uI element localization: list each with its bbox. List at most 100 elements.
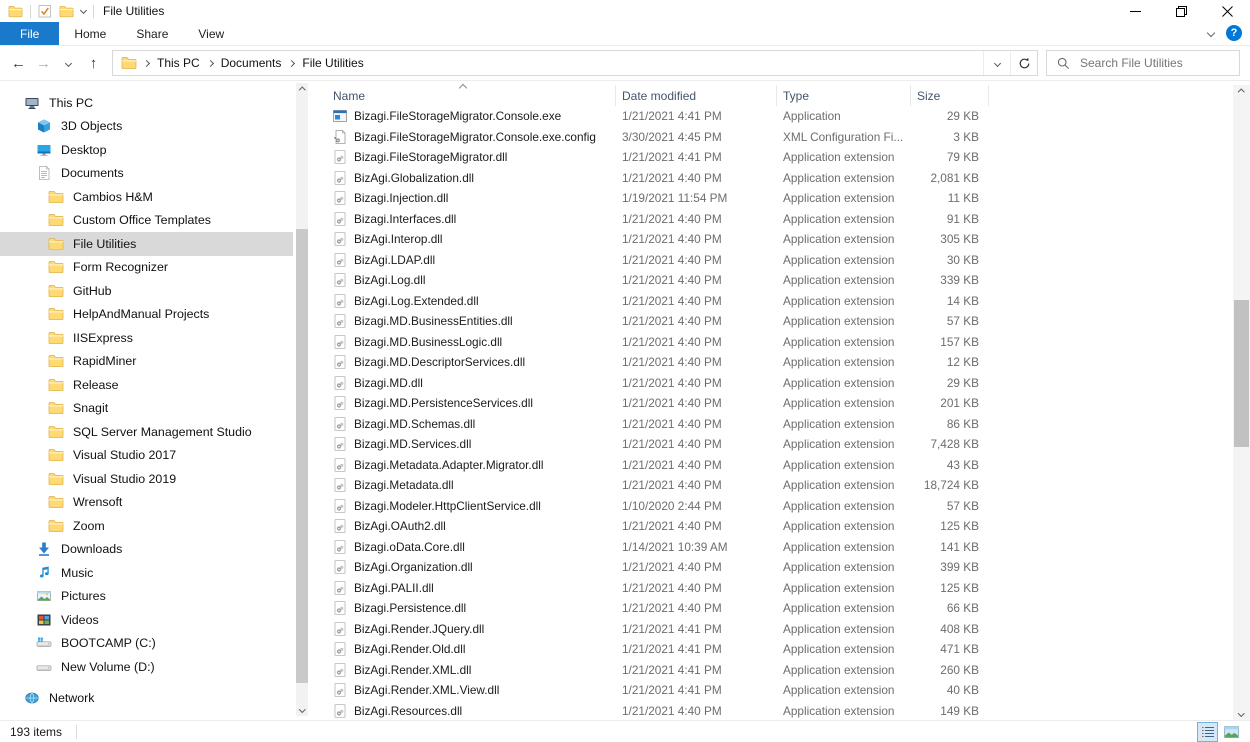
restore-button[interactable] [1158,0,1204,22]
minimize-button[interactable] [1112,0,1158,22]
up-button[interactable]: ↑ [81,51,106,75]
address-bar[interactable]: This PC Documents File Utilities [112,50,1038,76]
sidebar-item-new-volume-d[interactable]: New Volume (D:) [0,655,293,679]
scrollbar-thumb[interactable] [296,229,308,683]
file-row[interactable]: Bizagi.MD.BusinessEntities.dll1/21/2021 … [310,311,1250,332]
sidebar-item-github[interactable]: GitHub [0,279,293,303]
file-row[interactable]: Bizagi.Injection.dll1/19/2021 11:54 PMAp… [310,188,1250,209]
file-row[interactable]: Bizagi.MD.Schemas.dll1/21/2021 4:40 PMAp… [310,414,1250,435]
column-header-type[interactable]: Type [777,85,911,106]
sidebar-item-file-utilities[interactable]: File Utilities [0,232,293,256]
file-row[interactable]: Bizagi.oData.Core.dll1/14/2021 10:39 AMA… [310,537,1250,558]
file-row[interactable]: Bizagi.MD.Services.dll1/21/2021 4:40 PMA… [310,434,1250,455]
breadcrumb-item-file-utilities[interactable]: File Utilities [297,56,368,70]
sidebar-item-cambios-h-m[interactable]: Cambios H&M [0,185,293,209]
file-row[interactable]: BizAgi.Log.Extended.dll1/21/2021 4:40 PM… [310,291,1250,312]
sidebar-item-visual-studio-2019[interactable]: Visual Studio 2019 [0,467,293,491]
breadcrumb-item-this-pc[interactable]: This PC [152,56,205,70]
help-icon[interactable]: ? [1226,25,1242,41]
file-row[interactable]: Bizagi.Persistence.dll1/21/2021 4:40 PMA… [310,598,1250,619]
file-row[interactable]: BizAgi.Resources.dll1/21/2021 4:40 PMApp… [310,701,1250,722]
expand-ribbon-chevron-icon[interactable] [1207,29,1215,37]
file-row[interactable]: Bizagi.MD.BusinessLogic.dll1/21/2021 4:4… [310,332,1250,353]
qat-chevron-down-icon[interactable] [80,6,87,13]
column-header-size[interactable]: Size [911,85,989,106]
sidebar-item-network[interactable]: Network [0,687,293,711]
file-row[interactable]: Bizagi.FileStorageMigrator.dll1/21/2021 … [310,147,1250,168]
sidebar-item-videos[interactable]: Videos [0,608,293,632]
sidebar-item-sql-server-management-studio[interactable]: SQL Server Management Studio [0,420,293,444]
thumbnails-view-button[interactable] [1221,722,1242,742]
sidebar-item-iisexpress[interactable]: IISExpress [0,326,293,350]
file-row[interactable]: BizAgi.PALII.dll1/21/2021 4:40 PMApplica… [310,578,1250,599]
file-row[interactable]: Bizagi.Metadata.dll1/21/2021 4:40 PMAppl… [310,475,1250,496]
file-row[interactable]: Bizagi.MD.PersistenceServices.dll1/21/20… [310,393,1250,414]
file-row[interactable]: Bizagi.MD.dll1/21/2021 4:40 PMApplicatio… [310,373,1250,394]
sidebar-item-3d-objects[interactable]: 3D Objects [0,115,293,139]
sidebar-item-bootcamp-c[interactable]: BOOTCAMP (C:) [0,632,293,656]
file-row[interactable]: Bizagi.MD.DescriptorServices.dll1/21/202… [310,352,1250,373]
breadcrumb-item-documents[interactable]: Documents [216,56,287,70]
file-row[interactable]: BizAgi.Render.XML.View.dll1/21/2021 4:41… [310,680,1250,701]
file-row[interactable]: BizAgi.Render.XML.dll1/21/2021 4:41 PMAp… [310,660,1250,681]
sidebar-item-snagit[interactable]: Snagit [0,397,293,421]
sidebar-scrollbar[interactable] [296,83,308,716]
file-list-scrollbar[interactable] [1233,85,1250,720]
close-button[interactable] [1204,0,1250,22]
scroll-up-icon[interactable] [296,83,308,97]
tab-home[interactable]: Home [59,22,121,45]
forward-button[interactable]: → [31,51,56,75]
breadcrumb-chevron-icon[interactable] [143,59,150,66]
file-row[interactable]: Bizagi.Modeler.HttpClientService.dll1/10… [310,496,1250,517]
sidebar-item-zoom[interactable]: Zoom [0,514,293,538]
sidebar-item-helpandmanual-projects[interactable]: HelpAndManual Projects [0,303,293,327]
scrollbar-thumb[interactable] [1234,300,1249,447]
scroll-up-icon[interactable] [1233,85,1250,99]
sidebar-item-documents[interactable]: Documents [0,162,293,186]
tab-file[interactable]: File [0,22,59,45]
file-row[interactable]: BizAgi.Organization.dll1/21/2021 4:40 PM… [310,557,1250,578]
file-name-cell: Bizagi.Modeler.HttpClientService.dll [310,498,616,514]
file-row[interactable]: BizAgi.OAuth2.dll1/21/2021 4:40 PMApplic… [310,516,1250,537]
sidebar-item-wrensoft[interactable]: Wrensoft [0,491,293,515]
sidebar-item-release[interactable]: Release [0,373,293,397]
sidebar-item-downloads[interactable]: Downloads [0,538,293,562]
search-input[interactable] [1078,55,1228,71]
file-row[interactable]: BizAgi.Render.Old.dll1/21/2021 4:41 PMAp… [310,639,1250,660]
breadcrumb-chevron-icon[interactable] [207,59,214,66]
folder-icon[interactable] [59,4,74,19]
breadcrumb-chevron-icon[interactable] [288,59,295,66]
scroll-down-icon[interactable] [296,702,308,716]
back-button[interactable]: ← [6,51,31,75]
sidebar-item-this-pc[interactable]: This PC [0,91,293,115]
file-name: Bizagi.Injection.dll [354,191,448,205]
sidebar-item-visual-studio-2017[interactable]: Visual Studio 2017 [0,444,293,468]
file-type: Application extension [777,683,911,697]
file-row[interactable]: Bizagi.FileStorageMigrator.Console.exe.c… [310,127,1250,148]
file-row[interactable]: BizAgi.Render.JQuery.dll1/21/2021 4:41 P… [310,619,1250,640]
tab-share[interactable]: Share [121,22,183,45]
sidebar-item-custom-office-templates[interactable]: Custom Office Templates [0,209,293,233]
details-view-button[interactable] [1197,722,1218,742]
sidebar-item-pictures[interactable]: Pictures [0,585,293,609]
file-type: Application extension [777,622,911,636]
checkbox-icon[interactable] [38,4,52,18]
file-row[interactable]: Bizagi.Interfaces.dll1/21/2021 4:40 PMAp… [310,209,1250,230]
sidebar-item-music[interactable]: Music [0,561,293,585]
search-box[interactable] [1046,50,1240,76]
column-header-date-modified[interactable]: Date modified [616,85,777,106]
address-dropdown-chevron-icon[interactable] [983,51,1010,75]
file-row[interactable]: BizAgi.Globalization.dll1/21/2021 4:40 P… [310,168,1250,189]
file-row[interactable]: Bizagi.Metadata.Adapter.Migrator.dll1/21… [310,455,1250,476]
file-row[interactable]: BizAgi.Log.dll1/21/2021 4:40 PMApplicati… [310,270,1250,291]
sidebar-item-rapidminer[interactable]: RapidMiner [0,350,293,374]
file-row[interactable]: BizAgi.LDAP.dll1/21/2021 4:40 PMApplicat… [310,250,1250,271]
sidebar-item-desktop[interactable]: Desktop [0,138,293,162]
recent-locations-chevron-icon[interactable] [56,51,81,75]
scroll-down-icon[interactable] [1233,706,1250,720]
tab-view[interactable]: View [183,22,239,45]
file-row[interactable]: Bizagi.FileStorageMigrator.Console.exe1/… [310,106,1250,127]
file-row[interactable]: BizAgi.Interop.dll1/21/2021 4:40 PMAppli… [310,229,1250,250]
refresh-icon[interactable] [1010,51,1037,75]
sidebar-item-form-recognizer[interactable]: Form Recognizer [0,256,293,280]
